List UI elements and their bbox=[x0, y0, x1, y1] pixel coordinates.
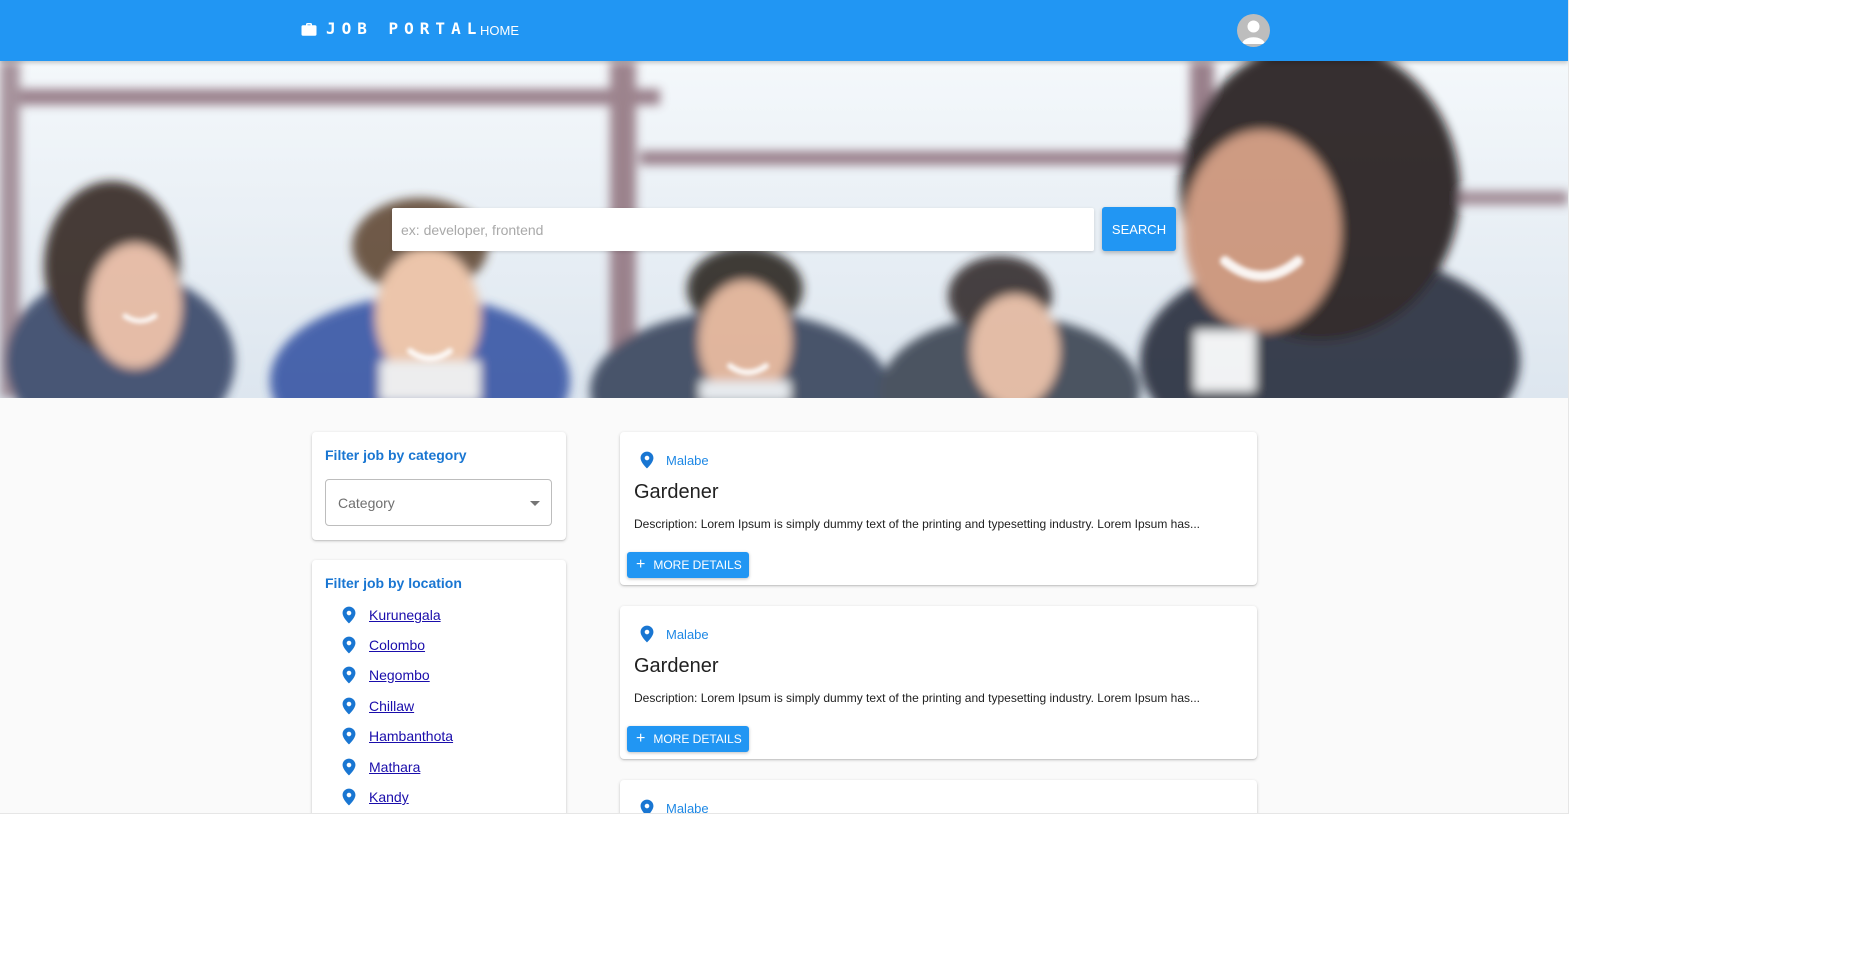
location-item-hambanthota[interactable]: Hambanthota bbox=[341, 727, 453, 745]
search-button[interactable]: SEARCH bbox=[1102, 207, 1176, 251]
nav-home-link[interactable]: HOME bbox=[480, 23, 519, 38]
location-link[interactable]: Chillaw bbox=[369, 698, 414, 714]
location-item-kandy[interactable]: Kandy bbox=[341, 788, 409, 806]
location-link[interactable]: Hambanthota bbox=[369, 728, 453, 744]
job-title: Gardener bbox=[634, 481, 719, 503]
job-location-text: Malabe bbox=[666, 452, 709, 468]
more-details-button[interactable]: + MORE DETAILS bbox=[627, 552, 749, 578]
location-link[interactable]: Kurunegala bbox=[369, 607, 441, 623]
job-location: Malabe bbox=[639, 799, 709, 814]
location-filter-card: Filter job by location Kurunegala Colomb… bbox=[312, 560, 566, 813]
job-location-text: Malabe bbox=[666, 800, 709, 814]
category-select[interactable]: Category bbox=[325, 479, 552, 526]
page: JOB PORTAL HOME ex: developer, frontend … bbox=[0, 0, 1569, 814]
location-item-chillaw[interactable]: Chillaw bbox=[341, 697, 414, 715]
plus-icon: + bbox=[636, 730, 646, 747]
search-field[interactable] bbox=[392, 208, 1094, 251]
dropdown-arrow-icon bbox=[530, 501, 540, 506]
category-filter-card: Filter job by category Category bbox=[312, 432, 566, 540]
job-title: Gardener bbox=[634, 655, 719, 677]
search-input[interactable] bbox=[392, 208, 1094, 251]
location-link[interactable]: Colombo bbox=[369, 637, 425, 653]
location-item-mathara[interactable]: Mathara bbox=[341, 758, 420, 776]
briefcase-icon bbox=[301, 22, 317, 36]
plus-icon: + bbox=[636, 556, 646, 573]
job-location: Malabe bbox=[639, 625, 709, 643]
location-pin-icon bbox=[342, 636, 356, 654]
location-pin-icon bbox=[342, 727, 356, 745]
job-card: Malabe Gardener Description: Lorem Ipsum… bbox=[620, 606, 1257, 759]
brand[interactable]: JOB PORTAL bbox=[300, 19, 482, 38]
location-pin-icon bbox=[342, 666, 356, 684]
location-link[interactable]: Mathara bbox=[369, 759, 420, 775]
more-details-label: MORE DETAILS bbox=[653, 732, 742, 746]
location-pin-icon bbox=[342, 606, 356, 624]
avatar[interactable] bbox=[1237, 14, 1270, 47]
location-item-kurunegala[interactable]: Kurunegala bbox=[341, 606, 441, 624]
more-details-button[interactable]: + MORE DETAILS bbox=[627, 726, 749, 752]
job-card: Malabe bbox=[620, 780, 1257, 814]
category-select-label: Category bbox=[338, 495, 395, 511]
location-item-colombo[interactable]: Colombo bbox=[341, 636, 425, 654]
location-pin-icon bbox=[640, 799, 654, 813]
location-pin-icon bbox=[640, 625, 654, 643]
job-description: Description: Lorem Ipsum is simply dummy… bbox=[634, 517, 1201, 531]
location-pin-icon bbox=[342, 788, 356, 806]
account-circle-icon bbox=[1242, 20, 1265, 44]
brand-title: JOB PORTAL bbox=[326, 19, 483, 38]
location-item-negombo[interactable]: Negombo bbox=[341, 666, 430, 684]
location-pin-icon bbox=[342, 758, 356, 776]
job-location-text: Malabe bbox=[666, 626, 709, 642]
more-details-label: MORE DETAILS bbox=[653, 558, 742, 572]
top-app-bar: JOB PORTAL HOME bbox=[0, 0, 1568, 61]
job-description: Description: Lorem Ipsum is simply dummy… bbox=[634, 691, 1201, 705]
location-filter-title: Filter job by location bbox=[325, 575, 462, 591]
location-pin-icon bbox=[342, 697, 356, 715]
job-card: Malabe Gardener Description: Lorem Ipsum… bbox=[620, 432, 1257, 585]
category-filter-title: Filter job by category bbox=[325, 447, 467, 463]
job-location: Malabe bbox=[639, 451, 709, 469]
location-link[interactable]: Negombo bbox=[369, 667, 430, 683]
location-link[interactable]: Kandy bbox=[369, 789, 409, 805]
location-pin-icon bbox=[640, 451, 654, 469]
